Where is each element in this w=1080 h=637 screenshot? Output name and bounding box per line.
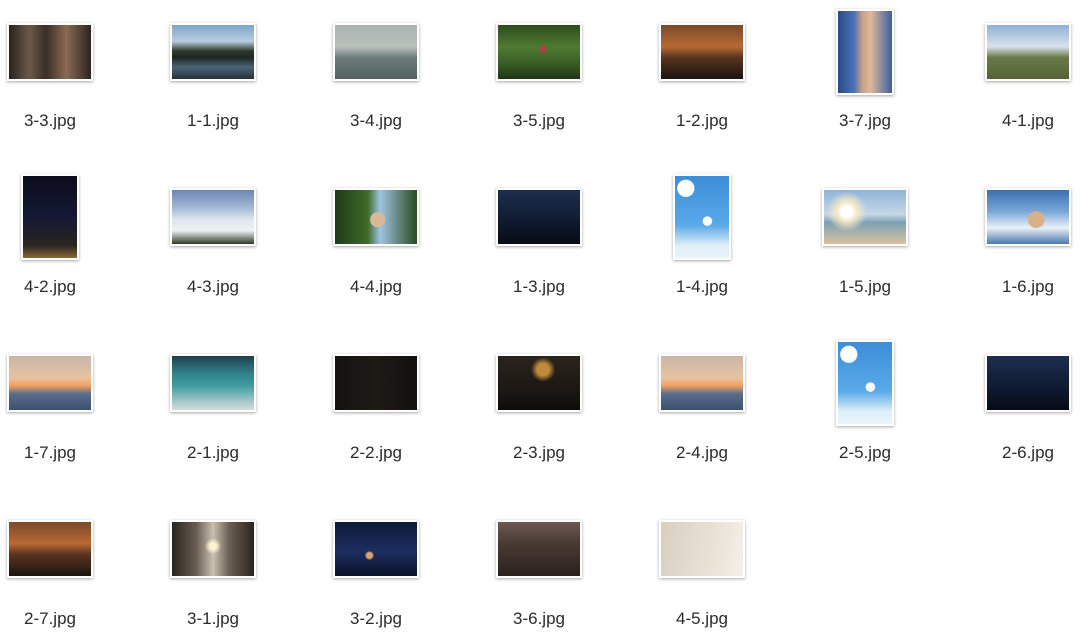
photo-icon[interactable] bbox=[673, 174, 731, 260]
file-name[interactable]: 2-3.jpg bbox=[513, 443, 565, 463]
file-name[interactable]: 1-5.jpg bbox=[839, 277, 891, 297]
file-name[interactable]: 3-1.jpg bbox=[187, 609, 239, 629]
thumbnail-image bbox=[172, 356, 254, 410]
thumbnail-image bbox=[987, 356, 1069, 410]
thumbnail-image bbox=[498, 190, 580, 244]
thumbnail-image bbox=[9, 25, 91, 79]
photo-icon[interactable] bbox=[836, 9, 894, 95]
file-name[interactable]: 1-3.jpg bbox=[513, 277, 565, 297]
thumbnail-image bbox=[661, 522, 743, 576]
photo-icon[interactable] bbox=[985, 354, 1071, 412]
photo-icon[interactable] bbox=[836, 340, 894, 426]
photo-icon[interactable] bbox=[985, 188, 1071, 246]
thumbnail-image bbox=[335, 356, 417, 410]
photo-icon[interactable] bbox=[333, 354, 419, 412]
photo-icon[interactable] bbox=[496, 354, 582, 412]
thumbnail-image bbox=[23, 176, 77, 258]
photo-icon[interactable] bbox=[21, 174, 79, 260]
file-name[interactable]: 4-1.jpg bbox=[1002, 111, 1054, 131]
file-name[interactable]: 3-4.jpg bbox=[350, 111, 402, 131]
thumbnail-image bbox=[987, 25, 1069, 79]
photo-icon[interactable] bbox=[7, 354, 93, 412]
photo-icon[interactable] bbox=[659, 23, 745, 81]
file-name[interactable]: 2-1.jpg bbox=[187, 443, 239, 463]
file-name[interactable]: 2-4.jpg bbox=[676, 443, 728, 463]
photo-icon[interactable] bbox=[985, 23, 1071, 81]
file-name[interactable]: 4-2.jpg bbox=[24, 277, 76, 297]
file-name[interactable]: 2-2.jpg bbox=[350, 443, 402, 463]
file-name[interactable]: 2-6.jpg bbox=[1002, 443, 1054, 463]
thumbnail-image bbox=[335, 522, 417, 576]
photo-icon[interactable] bbox=[333, 520, 419, 578]
file-name[interactable]: 1-7.jpg bbox=[24, 443, 76, 463]
thumbnail-image bbox=[172, 522, 254, 576]
file-name[interactable]: 4-3.jpg bbox=[187, 277, 239, 297]
photo-icon[interactable] bbox=[333, 188, 419, 246]
file-name[interactable]: 3-5.jpg bbox=[513, 111, 565, 131]
photo-icon[interactable] bbox=[170, 520, 256, 578]
thumbnail-image bbox=[9, 522, 91, 576]
thumbnail-image bbox=[661, 356, 743, 410]
photo-icon[interactable] bbox=[7, 520, 93, 578]
file-name[interactable]: 4-5.jpg bbox=[676, 609, 728, 629]
photo-icon[interactable] bbox=[170, 354, 256, 412]
file-name[interactable]: 3-2.jpg bbox=[350, 609, 402, 629]
file-name[interactable]: 1-4.jpg bbox=[676, 277, 728, 297]
thumbnail-image bbox=[661, 25, 743, 79]
photo-icon[interactable] bbox=[822, 188, 908, 246]
thumbnail-image bbox=[172, 25, 254, 79]
file-name[interactable]: 2-5.jpg bbox=[839, 443, 891, 463]
photo-icon[interactable] bbox=[496, 520, 582, 578]
thumbnail-image bbox=[838, 342, 892, 424]
thumbnail-image bbox=[172, 190, 254, 244]
photo-icon[interactable] bbox=[170, 188, 256, 246]
thumbnail-image bbox=[9, 356, 91, 410]
file-name[interactable]: 3-3.jpg bbox=[24, 111, 76, 131]
file-name[interactable]: 1-6.jpg bbox=[1002, 277, 1054, 297]
file-name[interactable]: 4-4.jpg bbox=[350, 277, 402, 297]
photo-icon[interactable] bbox=[7, 23, 93, 81]
thumbnail-image bbox=[987, 190, 1069, 244]
thumbnail-image bbox=[824, 190, 906, 244]
file-name[interactable]: 1-2.jpg bbox=[676, 111, 728, 131]
photo-icon[interactable] bbox=[659, 520, 745, 578]
photo-icon[interactable] bbox=[496, 188, 582, 246]
thumbnail-image bbox=[498, 522, 580, 576]
photo-icon[interactable] bbox=[496, 23, 582, 81]
photo-icon[interactable] bbox=[170, 23, 256, 81]
thumbnail-image bbox=[335, 25, 417, 79]
file-name[interactable]: 2-7.jpg bbox=[24, 609, 76, 629]
photo-icon[interactable] bbox=[659, 354, 745, 412]
file-name[interactable]: 3-7.jpg bbox=[839, 111, 891, 131]
thumbnail-image bbox=[838, 11, 892, 93]
file-name[interactable]: 1-1.jpg bbox=[187, 111, 239, 131]
photo-icon[interactable] bbox=[333, 23, 419, 81]
thumbnail-image bbox=[498, 356, 580, 410]
file-name[interactable]: 3-6.jpg bbox=[513, 609, 565, 629]
thumbnail-image bbox=[675, 176, 729, 258]
thumbnail-image bbox=[498, 25, 580, 79]
thumbnail-image bbox=[335, 190, 417, 244]
